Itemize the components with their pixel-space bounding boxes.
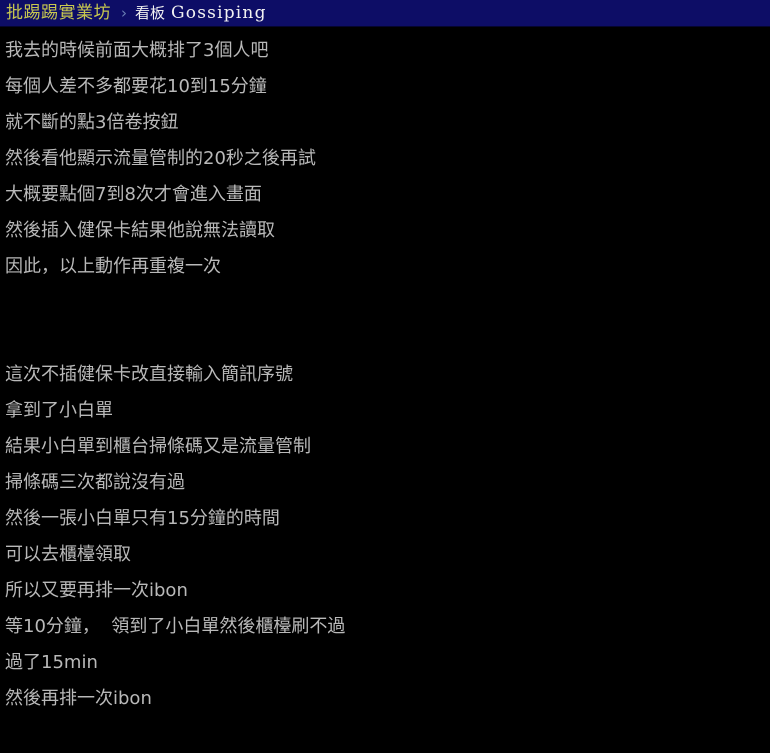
post-line: 我去的時候前面大概排了3個人吧 bbox=[5, 40, 269, 61]
post-line: 拿到了小白單 bbox=[5, 400, 113, 421]
post-line: 每個人差不多都要花10到15分鐘 bbox=[5, 76, 267, 97]
post-line: 然後再排一次ibon bbox=[5, 688, 152, 709]
post-content: 我去的時候前面大概排了3個人吧 每個人差不多都要花10到15分鐘 就不斷的點3倍卷按… bbox=[0, 27, 770, 717]
post-line-blank bbox=[5, 321, 770, 357]
post-line: 就不斷的點3倍卷按鈕 bbox=[5, 112, 179, 133]
post-line: 然後看他顯示流量管制的20秒之後再試 bbox=[5, 148, 316, 169]
post-line-blank bbox=[5, 285, 770, 321]
post-line: 然後插入健保卡結果他說無法讀取 bbox=[5, 220, 275, 241]
post-line: 掃條碼三次都說沒有過 bbox=[5, 472, 185, 493]
post-line: 大概要點個7到8次才會進入畫面 bbox=[5, 184, 262, 205]
post-line: 過了15min bbox=[5, 652, 98, 673]
site-title[interactable]: 批踢踢實業坊 bbox=[6, 3, 111, 23]
post-line: 可以去櫃檯領取 bbox=[5, 544, 131, 565]
post-line: 這次不插健保卡改直接輸入簡訊序號 bbox=[5, 364, 293, 385]
board-label: 看板 bbox=[135, 4, 166, 22]
post-line: 所以又要再排一次ibon bbox=[5, 580, 188, 601]
post-line: 然後一張小白單只有15分鐘的時間 bbox=[5, 508, 280, 529]
board-name[interactable]: Gossiping bbox=[171, 3, 267, 23]
chevron-right-icon: › bbox=[121, 4, 127, 22]
breadcrumb: 批踢踢實業坊 › 看板 Gossiping bbox=[0, 0, 770, 27]
post-line: 等10分鐘， 領到了小白單然後櫃檯刷不過 bbox=[5, 616, 346, 637]
post-line: 結果小白單到櫃台掃條碼又是流量管制 bbox=[5, 436, 311, 457]
post-line: 因此，以上動作再重複一次 bbox=[5, 256, 221, 277]
